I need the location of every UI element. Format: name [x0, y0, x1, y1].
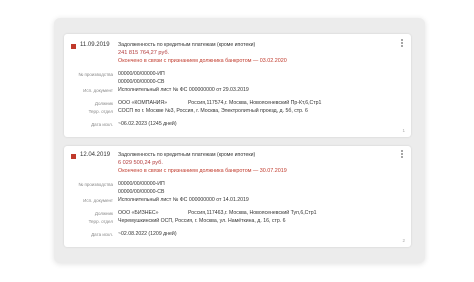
debtor-name: ООО «БИЗНЕС» — [118, 210, 159, 216]
enforcement-card[interactable]: 11.09.2019 Задолженность по кредитным пл… — [64, 34, 411, 137]
closure-status: Окончено в связи с признанием должника б… — [118, 168, 287, 174]
enforcement-card[interactable]: 12.04.2019 Задолженность по кредитным пл… — [64, 146, 411, 247]
card-date: 12.04.2019 — [80, 152, 111, 158]
exec-doc-label: Исп. документ — [83, 198, 113, 203]
proceeding-label: № производства — [78, 182, 113, 187]
card-index: 1 — [402, 128, 405, 133]
proceeding-number: 00000/00/00000-ИП — [118, 71, 165, 77]
proceeding-label: № производства — [78, 72, 113, 77]
exec-doc-value: Исполнительный лист № ФС 000000000 от 29… — [118, 87, 249, 93]
more-options-icon[interactable] — [401, 39, 404, 48]
territorial-dept-label: Терр. отдел — [88, 109, 113, 114]
expiry-label: Дата искл. — [91, 122, 113, 127]
debtor-label: Должник — [94, 211, 113, 216]
status-marker — [71, 154, 76, 159]
expiry-value: ~02.08.2022 (1209 дней) — [118, 231, 177, 237]
exec-doc-label: Исп. документ — [83, 88, 113, 93]
more-options-icon[interactable] — [401, 150, 404, 159]
expiry-label: Дата искл. — [91, 232, 113, 237]
closure-status: Окончено в связи с признанием должника б… — [118, 58, 287, 64]
debtor-label: Должник — [94, 101, 113, 106]
card-title: Задолженность по кредитным платежам (кро… — [118, 42, 256, 48]
debtor-address: Россия,117574,г. Москва, Новоясеневский … — [188, 100, 322, 106]
debtor-address: Россия,117463,г. Москва, Новоясеневский … — [188, 210, 317, 216]
debt-amount: 6 029 500,24 руб. — [118, 160, 163, 166]
territorial-dept-value: Черемушкинский ОСП, Россия, г. Москва, у… — [118, 218, 286, 224]
card-title: Задолженность по кредитным платежам (кро… — [118, 152, 256, 158]
status-marker — [71, 44, 76, 49]
debt-amount: 241 815 764,27 руб. — [118, 50, 170, 56]
expiry-value: ~06.02.2023 (1245 дней) — [118, 121, 177, 127]
proceeding-number: 00000/00/00000-ИП — [118, 181, 165, 187]
territorial-dept-label: Терр. отдел — [88, 219, 113, 224]
exec-doc-value: Исполнительный лист № ФС 000000000 от 14… — [118, 197, 249, 203]
territorial-dept-value: СОСП по г. Москве №3, Россия, г. Москва,… — [118, 108, 308, 114]
card-index: 2 — [402, 238, 405, 243]
proceeding-number-summary: 00000/00/00000-СВ — [118, 79, 165, 85]
card-date: 11.09.2019 — [80, 42, 110, 48]
proceeding-number-summary: 00000/00/00000-СВ — [118, 189, 165, 195]
debtor-name: ООО «КОМПАНИЯ» — [118, 100, 168, 106]
